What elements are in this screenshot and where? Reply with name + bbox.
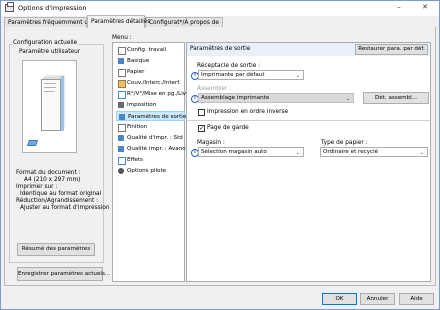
- menu-item-effets[interactable]: Effets: [116, 155, 185, 165]
- summary-line: Identique au format original: [20, 191, 102, 197]
- current-config-title: Configuration actuelle: [12, 40, 79, 46]
- menu-item-qualite-std[interactable]: Qualité d'impr. : Std: [116, 133, 185, 143]
- save-current-settings-button[interactable]: Enregistrer paramètres actuels...: [17, 267, 110, 281]
- summary-line: Format du document :: [16, 170, 81, 176]
- menu-item-config-travail[interactable]: Config. travail: [116, 45, 185, 55]
- summary-line: Réduction/Agrandissement :: [16, 198, 99, 204]
- window-title: Options d'impression: [18, 4, 87, 12]
- output-tray-info-icon: i: [189, 71, 199, 80]
- output-icon: [119, 114, 125, 120]
- paper-icon: [118, 69, 126, 77]
- chevron-down-icon: ⌄: [295, 150, 300, 156]
- output-tray-select[interactable]: Imprimante par défaut ⌄: [198, 70, 304, 80]
- panel-title: Paramètres de sortie: [190, 46, 251, 52]
- chevron-down-icon: ⌄: [419, 150, 424, 156]
- help-button[interactable]: Aide: [399, 293, 434, 305]
- cover-icon: [118, 80, 126, 88]
- menu-item-qualite-avancee[interactable]: Qualité impr. : Avancée: [116, 144, 192, 154]
- duplex-icon: [118, 91, 126, 99]
- basic-icon: [118, 58, 124, 64]
- close-button[interactable]: ✕: [414, 1, 436, 14]
- collate-select[interactable]: Assemblage imprimante ⌄: [198, 93, 354, 103]
- menu-item-finition[interactable]: Finition: [116, 122, 185, 132]
- cancel-button[interactable]: Annuler: [360, 293, 395, 305]
- chevron-down-icon: ⌄: [345, 96, 350, 102]
- input-tray-info-icon: i: [189, 148, 199, 157]
- collate-details-button[interactable]: Dét. assembl...: [363, 92, 429, 104]
- menu-label: Menu :: [112, 35, 132, 41]
- reverse-order-checkbox[interactable]: [198, 109, 205, 116]
- restore-defaults-button[interactable]: Restaurer para. par déf.: [355, 44, 428, 55]
- job-setup-icon: [118, 47, 126, 55]
- cover-page-checkbox[interactable]: ✓: [198, 125, 205, 132]
- input-tray-select[interactable]: Sélection magasin auto ⌄: [198, 147, 304, 157]
- menu-item-papier[interactable]: Papier: [116, 67, 185, 77]
- preview-line: [44, 87, 56, 88]
- ok-button[interactable]: OK: [322, 293, 357, 305]
- stack-edge: [61, 76, 64, 131]
- output-tray-label: Réceptacle de sortie :: [197, 63, 261, 69]
- menu-item-recto-verso[interactable]: R°/V°/Mise en pg./Livret: [116, 89, 194, 99]
- summary-line: A4 (210 x 297 mm): [24, 177, 81, 183]
- summary-line: Ajuster au format d'impression: [20, 205, 110, 211]
- summary-line: Imprimer sur :: [16, 184, 58, 190]
- preview-title: Paramètre utilisateur: [19, 49, 81, 55]
- reverse-order-label[interactable]: Impression en ordre inverse: [207, 109, 288, 115]
- divider: [187, 120, 430, 121]
- paper-type-label: Type de papier :: [321, 140, 368, 146]
- collate-label: Assembler :: [197, 86, 232, 92]
- tab-detailed-settings[interactable]: Paramètres détaillés: [87, 15, 150, 28]
- effects-icon: [118, 157, 126, 165]
- preview-line: [44, 91, 54, 92]
- menu-item-couverture[interactable]: Couv./Interc./Interf.: [116, 78, 185, 88]
- settings-summary-button[interactable]: Résumé des paramètres: [17, 243, 95, 256]
- quality-icon: [118, 135, 124, 141]
- collate-info-icon: i: [189, 94, 199, 103]
- preview-line: [44, 83, 56, 84]
- finishing-icon: [118, 124, 126, 132]
- menu-item-imposition[interactable]: Imposition: [116, 100, 185, 110]
- driver-options-icon: [118, 168, 124, 174]
- minimize-button[interactable]: –: [388, 1, 410, 14]
- cover-page-label[interactable]: Page de garde: [207, 125, 249, 131]
- menu-item-basique[interactable]: Basique: [116, 56, 185, 66]
- paper-type-select[interactable]: Ordinaire et recyclé ⌄: [320, 147, 428, 157]
- chevron-down-icon: ⌄: [295, 73, 300, 79]
- quality-advanced-icon: [118, 146, 124, 152]
- menu-item-parametres-sortie[interactable]: Paramètres de sortie: [116, 111, 186, 121]
- input-tray-label: Magasin :: [197, 140, 225, 146]
- menu-list: Config. travail Basique Papier Couv./Int…: [112, 42, 194, 282]
- menu-item-options-pilote[interactable]: Options pilote: [116, 166, 185, 176]
- printer-icon: [5, 2, 14, 12]
- imposition-icon: [118, 102, 124, 108]
